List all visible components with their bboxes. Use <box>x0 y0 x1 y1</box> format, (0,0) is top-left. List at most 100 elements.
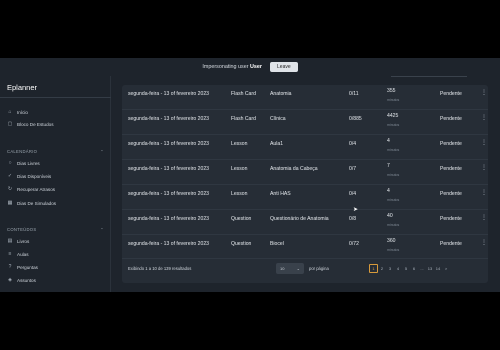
per-page-select[interactable]: 10 ⌄ <box>276 263 304 274</box>
book-icon: ▤ <box>7 238 13 244</box>
sidebar-item-livros[interactable]: ▤ Livros <box>7 238 30 244</box>
sidebar-item-perguntas[interactable]: ? Perguntas <box>7 264 38 270</box>
sidebar-item-dias-livres[interactable]: ○ Dias Livres <box>7 160 40 166</box>
pagination: 1 2 3 4 5 6 ... 13 14 > <box>369 263 450 274</box>
more-options-icon[interactable]: ⋮ <box>481 189 487 196</box>
sidebar-item-inicio[interactable]: ⌂ Início <box>7 109 28 115</box>
refresh-icon: ↻ <box>7 186 13 192</box>
section-calendario[interactable]: CALENDÁRIO ⌃ <box>7 149 104 154</box>
count-cell: 4 <box>387 188 390 194</box>
chevron-up-icon: ⌃ <box>100 149 104 154</box>
count-cell: 360 <box>387 238 396 244</box>
header-divider <box>391 76 467 77</box>
sidebar-item-label: Início <box>17 109 28 115</box>
sidebar-item-recuperar-atrasos[interactable]: ↻ Recuperar Atrasos <box>7 186 55 192</box>
count-sub: minutos <box>387 248 400 252</box>
page-button[interactable]: 3 <box>386 266 394 271</box>
table-row[interactable]: segunda-feira - 13 of fevereiro 2023 Fla… <box>122 85 488 109</box>
study-table: segunda-feira - 13 of fevereiro 2023 Fla… <box>122 85 488 283</box>
page-button[interactable]: 14 <box>434 266 442 271</box>
sidebar-item-assuntos[interactable]: ◈ Assuntos <box>7 277 36 283</box>
per-page-value: 10 <box>280 266 285 271</box>
page-button[interactable]: 2 <box>378 266 386 271</box>
app-screen: Impersonating user User Leave Eplanner ⌂… <box>0 58 500 292</box>
ratio-cell: 0/8 <box>349 216 357 222</box>
table-row[interactable]: segunda-feira - 13 of fevereiro 2023 Fla… <box>122 110 488 134</box>
mouse-pointer-icon: ➤ <box>353 207 359 213</box>
sidebar-item-label: Recuperar Atrasos <box>17 186 56 192</box>
section-conteudos[interactable]: CONTEÚDOS ⌃ <box>7 227 104 232</box>
status-cell: Pendente <box>440 241 462 247</box>
count-sub: minutos <box>387 123 400 127</box>
calendar-icon: ▦ <box>7 200 13 206</box>
sidebar-item-dias-de-simulados[interactable]: ▦ Dias De Simulados <box>7 200 56 206</box>
more-options-icon[interactable]: ⋮ <box>481 89 487 96</box>
sidebar-item-dias-disponiveis[interactable]: ✓ Dias Disponíveis <box>7 173 51 179</box>
sidebar-item-label: Dias Livres <box>17 160 40 166</box>
count-sub: minutos <box>387 198 400 202</box>
date-cell: segunda-feira - 13 of fevereiro 2023 <box>128 191 209 197</box>
sidebar-item-aulas[interactable]: ≡ Aulas <box>7 251 29 257</box>
type-cell: Question <box>231 241 252 247</box>
page-button[interactable]: 13 <box>426 266 434 271</box>
table-row[interactable]: segunda-feira - 13 of fevereiro 2023 Que… <box>122 235 488 259</box>
type-cell: Flash Card <box>231 91 256 97</box>
question-icon: ? <box>8 264 12 270</box>
table-row[interactable]: segunda-feira - 13 of fevereiro 2023 Que… <box>122 210 488 234</box>
status-cell: Pendente <box>440 91 462 97</box>
next-page-button[interactable]: > <box>442 266 450 271</box>
sidebar: Eplanner ⌂ Início ▢ Bloco De Estudos CAL… <box>0 76 111 292</box>
more-options-icon[interactable]: ⋮ <box>481 214 487 221</box>
more-options-icon[interactable]: ⋮ <box>481 139 487 146</box>
subject-cell: Aula1 <box>270 141 284 147</box>
type-cell: Lesson <box>231 166 248 172</box>
sidebar-item-label: Livros <box>17 238 30 244</box>
type-cell: Lesson <box>231 191 248 197</box>
page-ellipsis: ... <box>420 266 424 271</box>
count-cell: 4 <box>387 138 390 144</box>
status-cell: Pendente <box>440 191 462 197</box>
count-cell: 355 <box>387 88 396 94</box>
count-sub: minutos <box>387 173 400 177</box>
status-cell: Pendente <box>440 216 462 222</box>
ratio-cell: 0/7 <box>349 166 357 172</box>
more-options-icon[interactable]: ⋮ <box>481 239 487 246</box>
table-row[interactable]: segunda-feira - 13 of fevereiro 2023 Les… <box>122 185 488 209</box>
chevron-up-icon: ⌃ <box>100 227 104 232</box>
tag-icon: ◈ <box>8 277 12 283</box>
sidebar-item-bloco-de-estudos[interactable]: ▢ Bloco De Estudos <box>7 121 54 127</box>
date-cell: segunda-feira - 13 of fevereiro 2023 <box>128 216 209 222</box>
brand-logo[interactable]: Eplanner <box>7 83 37 92</box>
sidebar-item-label: Dias Disponíveis <box>17 173 52 179</box>
sidebar-item-label: Aulas <box>17 251 29 257</box>
page-button-active[interactable]: 1 <box>369 264 378 273</box>
count-cell: 4425 <box>387 113 399 119</box>
table-row[interactable]: segunda-feira - 13 of fevereiro 2023 Les… <box>122 160 488 184</box>
list-icon: ≡ <box>8 251 12 257</box>
circle-icon: ○ <box>8 160 12 166</box>
page-button[interactable]: 6 <box>410 266 418 271</box>
type-cell: Flash Card <box>231 116 256 122</box>
ratio-cell: 0/72 <box>349 241 359 247</box>
more-options-icon[interactable]: ⋮ <box>481 164 487 171</box>
status-cell: Pendente <box>440 166 462 172</box>
sidebar-item-label: Perguntas <box>17 264 38 270</box>
date-cell: segunda-feira - 13 of fevereiro 2023 <box>128 91 209 97</box>
sidebar-item-label: Assuntos <box>17 277 36 283</box>
ratio-cell: 0/4 <box>349 191 357 197</box>
date-cell: segunda-feira - 13 of fevereiro 2023 <box>128 141 209 147</box>
type-cell: Question <box>231 216 252 222</box>
more-options-icon[interactable]: ⋮ <box>481 114 487 121</box>
date-cell: segunda-feira - 13 of fevereiro 2023 <box>128 166 209 172</box>
square-icon: ▢ <box>7 121 13 127</box>
page-button[interactable]: 4 <box>394 266 402 271</box>
subject-cell: Biocel <box>270 241 284 247</box>
count-sub: minutos <box>387 223 400 227</box>
table-row[interactable]: segunda-feira - 13 of fevereiro 2023 Les… <box>122 135 488 159</box>
ratio-cell: 0/11 <box>349 91 359 97</box>
leave-button[interactable]: Leave <box>270 62 298 72</box>
count-sub: minutos <box>387 148 400 152</box>
sidebar-item-label: Dias De Simulados <box>17 200 57 206</box>
page-button[interactable]: 5 <box>402 266 410 271</box>
count-sub: minutos <box>387 98 400 102</box>
